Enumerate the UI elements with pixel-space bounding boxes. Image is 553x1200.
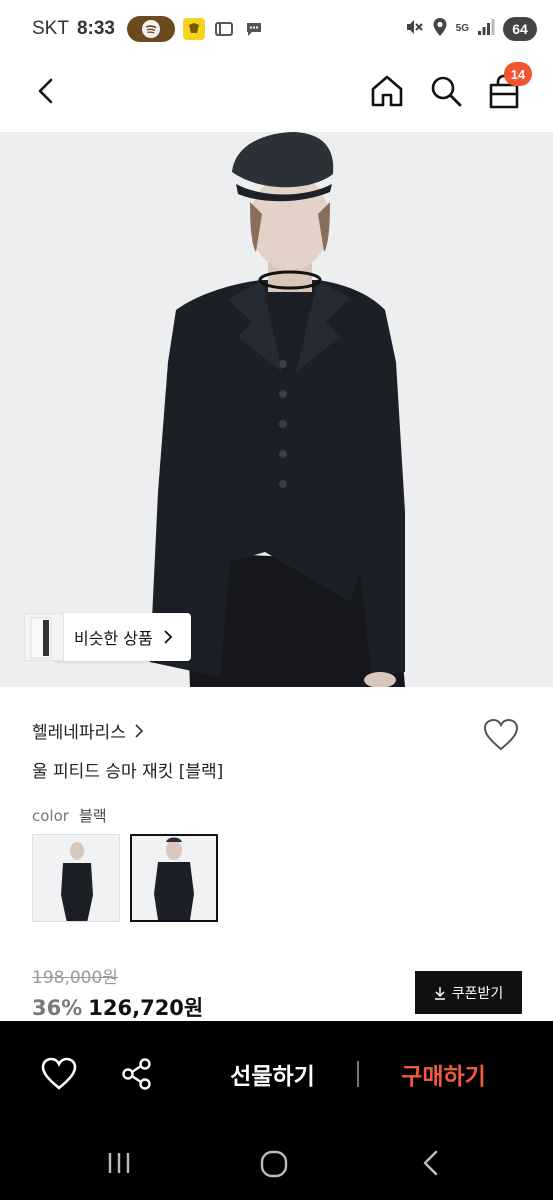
heart-icon xyxy=(41,1057,77,1090)
status-bar: SKT 8:33 5G 64 xyxy=(0,0,553,58)
sale-price: 126,720원 xyxy=(88,996,204,1020)
location-icon xyxy=(432,17,448,41)
wishlist-button[interactable] xyxy=(482,716,520,754)
purchase-bar: 선물하기 구매하기 xyxy=(0,1021,553,1128)
system-home-button[interactable] xyxy=(258,1148,290,1180)
notification-app-icon xyxy=(182,18,205,40)
color-swatch[interactable] xyxy=(32,834,120,922)
heart-icon xyxy=(483,718,519,751)
similar-products-button[interactable]: 비슷한 상품 xyxy=(54,613,191,661)
buy-button[interactable]: 구매하기 xyxy=(376,1051,511,1097)
product-hero-image[interactable]: 비슷한 상품 xyxy=(0,132,553,687)
status-right: 5G 64 xyxy=(404,17,537,41)
swatch-photo xyxy=(132,836,216,920)
spotify-icon xyxy=(126,16,175,42)
brand-name: 헬레네파리스 xyxy=(32,723,126,743)
signal-icon xyxy=(477,18,495,40)
home-icon xyxy=(371,75,403,107)
back-button[interactable] xyxy=(30,74,64,108)
status-left: SKT 8:33 xyxy=(32,16,265,42)
swatch-photo xyxy=(33,835,119,921)
chevron-right-icon xyxy=(164,630,172,644)
coupon-label: 쿠폰받기 xyxy=(451,985,504,1002)
mute-icon xyxy=(404,17,424,41)
coupon-button[interactable]: 쿠폰받기 xyxy=(415,971,522,1014)
bar-wishlist-button[interactable] xyxy=(40,1055,78,1093)
share-button[interactable] xyxy=(118,1055,156,1093)
search-button[interactable] xyxy=(427,72,465,110)
chevron-right-icon xyxy=(135,723,143,738)
button-divider xyxy=(357,1061,359,1087)
gift-button[interactable]: 선물하기 xyxy=(205,1051,340,1097)
recent-apps-icon xyxy=(108,1153,130,1173)
cart-count-badge: 14 xyxy=(504,62,532,86)
color-value: 블랙 xyxy=(78,807,107,825)
download-icon xyxy=(434,986,445,1000)
message-icon xyxy=(243,18,265,40)
original-price: 198,000원 xyxy=(32,968,118,988)
price-row: 36% 126,720원 xyxy=(32,992,203,1022)
model-photo xyxy=(0,132,553,687)
app-header: 14 xyxy=(0,58,553,132)
recent-apps-button[interactable] xyxy=(104,1148,134,1178)
share-icon xyxy=(122,1058,151,1090)
network-badge: 5G xyxy=(455,23,469,34)
home-circle-icon xyxy=(260,1150,288,1178)
product-title: 울 피티드 승마 재킷 [블랙] xyxy=(32,762,224,782)
similar-products-label: 비슷한 상품 xyxy=(74,629,153,648)
battery-indicator: 64 xyxy=(503,17,537,41)
color-label: color xyxy=(32,807,69,825)
similar-thumbnail xyxy=(24,613,64,661)
color-swatch-selected[interactable] xyxy=(130,834,218,922)
status-time: 8:33 xyxy=(76,18,115,39)
back-icon xyxy=(38,78,53,104)
system-back-button[interactable] xyxy=(416,1148,446,1178)
similar-products-wrapper: 비슷한 상품 xyxy=(24,613,191,661)
discount-rate: 36% xyxy=(32,996,83,1020)
color-row: color 블랙 xyxy=(32,805,107,826)
brand-link[interactable]: 헬레네파리스 xyxy=(32,718,144,743)
back-chevron-icon xyxy=(423,1150,438,1176)
card-icon xyxy=(213,18,235,40)
home-button[interactable] xyxy=(368,72,406,110)
system-navigation-bar xyxy=(0,1128,553,1200)
search-icon xyxy=(431,76,462,107)
carrier-name: SKT xyxy=(32,18,69,39)
